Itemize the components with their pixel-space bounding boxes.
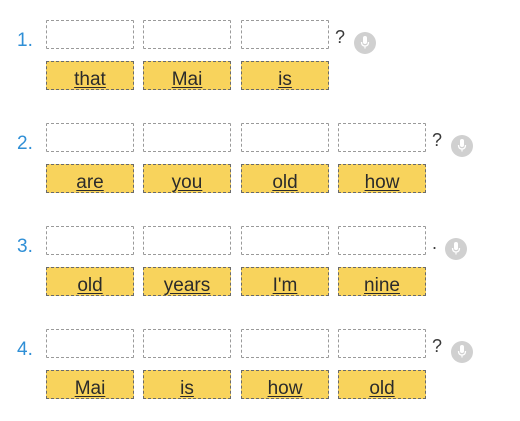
answer-slot[interactable] bbox=[143, 20, 231, 49]
answer-slot[interactable] bbox=[46, 226, 134, 255]
mic-button[interactable] bbox=[451, 135, 473, 157]
question-3: 3. . old years I'm nine bbox=[0, 226, 520, 298]
word-tile[interactable]: is bbox=[241, 61, 329, 90]
mic-button[interactable] bbox=[445, 238, 467, 260]
question-number: 1. bbox=[17, 30, 33, 51]
question-2: 2. ? are you old how bbox=[0, 123, 520, 195]
word-tile[interactable]: old bbox=[338, 370, 426, 399]
mic-button[interactable] bbox=[451, 341, 473, 363]
question-number: 4. bbox=[17, 339, 33, 360]
word-tile[interactable]: that bbox=[46, 61, 134, 90]
word-tile[interactable]: how bbox=[241, 370, 329, 399]
word-tile[interactable]: old bbox=[241, 164, 329, 193]
question-4: 4. ? Mai is how old bbox=[0, 329, 520, 401]
answer-slot[interactable] bbox=[241, 226, 329, 255]
word-tile[interactable]: you bbox=[143, 164, 231, 193]
answer-slot[interactable] bbox=[241, 20, 329, 49]
sentence-punctuation: ? bbox=[335, 27, 346, 47]
answer-slot[interactable] bbox=[46, 123, 134, 152]
answer-slot[interactable] bbox=[46, 329, 134, 358]
microphone-icon bbox=[457, 345, 467, 358]
question-1: 1. ? that Mai is bbox=[0, 20, 520, 92]
answer-slot[interactable] bbox=[241, 329, 329, 358]
word-tile[interactable]: old bbox=[46, 267, 134, 296]
microphone-icon bbox=[451, 242, 461, 255]
answer-slot[interactable] bbox=[143, 329, 231, 358]
sentence-punctuation: . bbox=[432, 233, 438, 253]
microphone-icon bbox=[457, 139, 467, 152]
sentence-punctuation: ? bbox=[432, 130, 443, 150]
sentence-punctuation: ? bbox=[432, 336, 443, 356]
word-tile[interactable]: is bbox=[143, 370, 231, 399]
sentence-ordering-exercise: 1. ? that Mai is 2. ? are you old how 3.… bbox=[0, 0, 520, 421]
word-tile[interactable]: how bbox=[338, 164, 426, 193]
question-number: 2. bbox=[17, 133, 33, 154]
question-number: 3. bbox=[17, 236, 33, 257]
word-tile[interactable]: I'm bbox=[241, 267, 329, 296]
word-tile[interactable]: nine bbox=[338, 267, 426, 296]
word-tile[interactable]: Mai bbox=[46, 370, 134, 399]
word-tile[interactable]: Mai bbox=[143, 61, 231, 90]
answer-slot[interactable] bbox=[143, 123, 231, 152]
answer-slot[interactable] bbox=[143, 226, 231, 255]
answer-slot[interactable] bbox=[338, 123, 426, 152]
answer-slot[interactable] bbox=[338, 329, 426, 358]
answer-slot[interactable] bbox=[338, 226, 426, 255]
word-tile[interactable]: years bbox=[143, 267, 231, 296]
answer-slot[interactable] bbox=[46, 20, 134, 49]
microphone-icon bbox=[360, 36, 370, 49]
answer-slot[interactable] bbox=[241, 123, 329, 152]
word-tile[interactable]: are bbox=[46, 164, 134, 193]
mic-button[interactable] bbox=[354, 32, 376, 54]
